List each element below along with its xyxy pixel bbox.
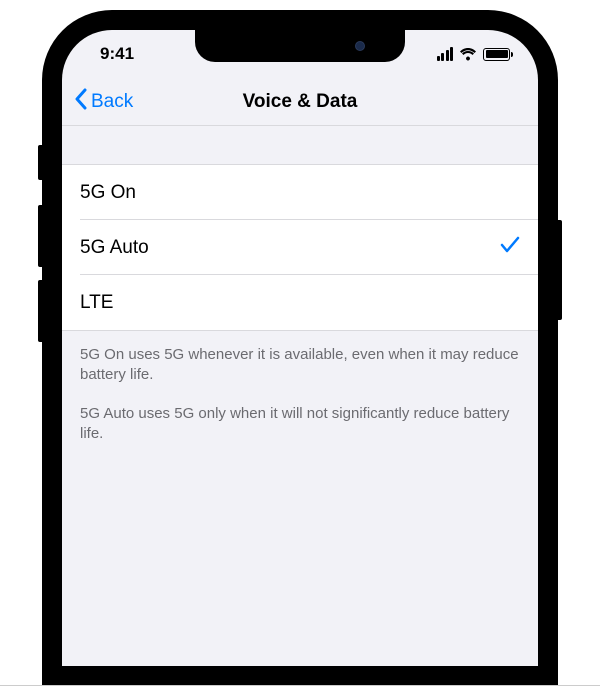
power-button [558,220,562,320]
option-label: 5G Auto [80,237,149,259]
footer-text: 5G On uses 5G whenever it is available, … [62,331,538,444]
cellular-signal-icon [437,47,454,61]
battery-icon [483,48,510,61]
chevron-left-icon [74,88,87,116]
screen: 9:41 [62,30,538,666]
options-list: 5G On 5G Auto LTE [62,164,538,331]
volume-down-button [38,280,42,342]
phone-frame: 9:41 [42,10,558,686]
status-time: 9:41 [100,44,134,64]
back-button[interactable]: Back [74,88,133,116]
volume-up-button [38,205,42,267]
nav-bar: Back Voice & Data [62,78,538,126]
footer-paragraph: 5G Auto uses 5G only when it will not si… [80,404,520,445]
status-icons [437,47,511,61]
front-camera [355,41,365,51]
option-lte[interactable]: LTE [62,275,538,330]
option-5g-on[interactable]: 5G On [62,165,538,220]
mute-switch [38,145,42,180]
wifi-icon [459,48,477,61]
section-spacer [62,126,538,164]
page-title: Voice & Data [243,91,358,113]
footer-paragraph: 5G On uses 5G whenever it is available, … [80,345,520,386]
checkmark-icon [500,236,520,260]
notch [195,30,405,62]
option-label: 5G On [80,182,136,204]
back-label: Back [91,91,133,113]
option-5g-auto[interactable]: 5G Auto [62,220,538,275]
option-label: LTE [80,292,113,314]
